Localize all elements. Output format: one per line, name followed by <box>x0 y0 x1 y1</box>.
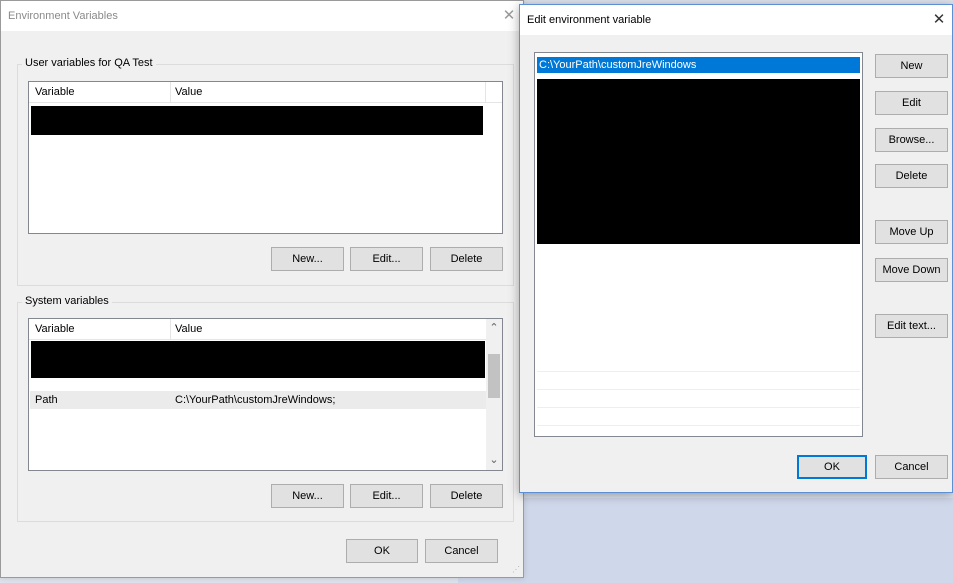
column-header-variable[interactable]: Variable <box>35 323 75 335</box>
system-list-scrollbar[interactable]: ⌃ ⌄ <box>486 319 502 470</box>
dialog-title: Edit environment variable <box>527 14 652 26</box>
table-row-path[interactable]: Path C:\YourPath\customJreWindows; <box>30 391 486 409</box>
delete-button[interactable]: Delete <box>875 164 948 188</box>
title-bar: Environment Variables ✕ <box>1 1 523 31</box>
ok-button[interactable]: OK <box>797 455 867 479</box>
path-entries-list[interactable]: C:\YourPath\customJreWindows <box>534 52 863 437</box>
resize-grip-icon[interactable]: ⋰ <box>512 566 520 574</box>
user-variables-label: User variables for QA Test <box>22 57 156 69</box>
dialog-title: Environment Variables <box>8 10 118 22</box>
system-variables-label: System variables <box>22 295 112 307</box>
system-variables-list[interactable]: Variable Value Path C:\YourPath\customJr… <box>28 318 503 471</box>
user-edit-button[interactable]: Edit... <box>350 247 423 271</box>
system-edit-button[interactable]: Edit... <box>350 484 423 508</box>
edit-text-button[interactable]: Edit text... <box>875 314 948 338</box>
list-item-label: C:\YourPath\customJreWindows <box>539 59 697 71</box>
user-delete-button[interactable]: Delete <box>430 247 503 271</box>
close-icon[interactable]: ✕ <box>499 6 519 26</box>
environment-variables-dialog: Environment Variables ✕ User variables f… <box>0 0 524 578</box>
system-new-button[interactable]: New... <box>271 484 344 508</box>
system-delete-button[interactable]: Delete <box>430 484 503 508</box>
user-new-button[interactable]: New... <box>271 247 344 271</box>
path-variable-cell: Path <box>35 394 58 406</box>
redacted-row <box>31 106 483 135</box>
move-down-button[interactable]: Move Down <box>875 258 948 282</box>
user-list-header: Variable Value <box>29 82 502 103</box>
edit-button[interactable]: Edit <box>875 91 948 115</box>
chevron-down-icon[interactable]: ⌄ <box>486 452 502 469</box>
redacted-row <box>31 341 485 378</box>
redacted-entries <box>537 79 860 244</box>
chevron-up-icon[interactable]: ⌃ <box>486 320 502 337</box>
cancel-button[interactable]: Cancel <box>875 455 948 479</box>
column-header-value[interactable]: Value <box>175 86 202 98</box>
new-button[interactable]: New <box>875 54 948 78</box>
edit-environment-variable-dialog: Edit environment variable ✕ C:\YourPath\… <box>519 4 953 493</box>
ok-button[interactable]: OK <box>346 539 418 563</box>
user-variables-list[interactable]: Variable Value <box>28 81 503 234</box>
column-header-value[interactable]: Value <box>175 323 202 335</box>
title-bar: Edit environment variable ✕ <box>520 5 952 35</box>
cancel-button[interactable]: Cancel <box>425 539 498 563</box>
path-value-cell: C:\YourPath\customJreWindows; <box>175 394 336 406</box>
column-header-variable[interactable]: Variable <box>35 86 75 98</box>
system-list-header: Variable Value <box>29 319 486 340</box>
browse-button[interactable]: Browse... <box>875 128 948 152</box>
list-item-selected[interactable]: C:\YourPath\customJreWindows <box>537 57 860 73</box>
scrollbar-thumb[interactable] <box>488 354 500 398</box>
close-icon[interactable]: ✕ <box>929 10 949 30</box>
desktop-background <box>458 498 953 583</box>
move-up-button[interactable]: Move Up <box>875 220 948 244</box>
